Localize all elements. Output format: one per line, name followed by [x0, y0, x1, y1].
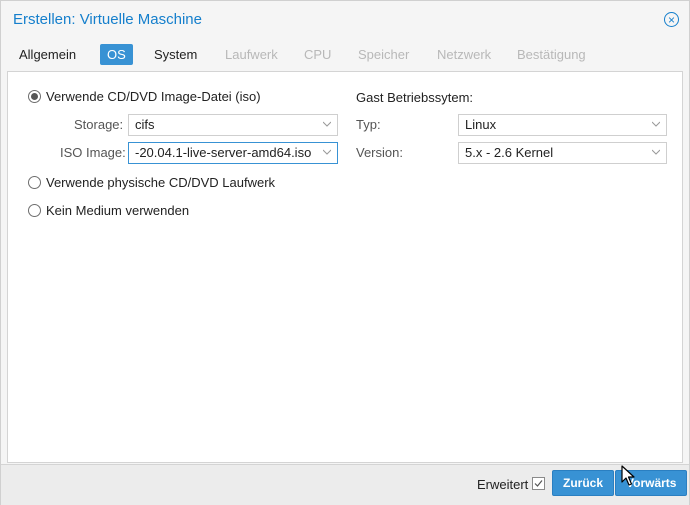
version-select[interactable]: 5.x - 2.6 Kernel	[458, 142, 667, 164]
radio-button[interactable]	[28, 90, 41, 103]
tab-os[interactable]: OS	[100, 44, 133, 65]
tab-bestaetigung[interactable]: Bestätigung	[510, 44, 593, 65]
version-value: 5.x - 2.6 Kernel	[465, 145, 554, 160]
radio-label: Verwende CD/DVD Image-Datei (iso)	[46, 89, 261, 104]
iso-image-label: ISO Image:	[60, 145, 126, 160]
type-label: Typ:	[356, 117, 381, 132]
radio-use-physical-drive[interactable]: Verwende physische CD/DVD Laufwerk	[28, 175, 308, 191]
close-icon[interactable]: ×	[664, 12, 679, 27]
dialog-titlebar: Erstellen: Virtuelle Maschine ×	[1, 1, 689, 39]
back-button[interactable]: Zurück	[552, 470, 615, 496]
type-value: Linux	[465, 117, 497, 132]
chevron-down-icon	[652, 121, 660, 127]
radio-no-media[interactable]: Kein Medium verwenden	[28, 203, 308, 219]
advanced-checkbox[interactable]	[532, 477, 545, 490]
chevron-down-icon	[323, 121, 331, 127]
chevron-down-icon	[652, 149, 660, 155]
tab-system[interactable]: System	[147, 44, 204, 65]
storage-label: Storage:	[74, 117, 124, 132]
radio-button[interactable]	[28, 176, 41, 189]
radio-label: Verwende physische CD/DVD Laufwerk	[46, 175, 276, 190]
dialog-footer: Erweitert Zurück Vorwärts	[1, 464, 689, 505]
tab-cpu[interactable]: CPU	[297, 44, 338, 65]
radio-use-iso[interactable]: Verwende CD/DVD Image-Datei (iso)	[28, 89, 308, 105]
iso-image-value: -20.04.1-live-server-amd64.iso	[135, 145, 312, 160]
create-vm-dialog: Erstellen: Virtuelle Maschine × Allgemei…	[0, 0, 690, 505]
type-select[interactable]: Linux	[458, 114, 667, 136]
version-label: Version:	[356, 145, 403, 160]
advanced-label: Erweitert	[477, 477, 529, 492]
mouse-pointer-icon	[621, 465, 635, 486]
radio-button[interactable]	[28, 204, 41, 217]
wizard-tabbar: Allgemein OS System Laufwerk CPU Speiche…	[1, 39, 689, 70]
checkmark-icon	[534, 480, 543, 487]
iso-image-select[interactable]: -20.04.1-live-server-amd64.iso	[128, 142, 338, 164]
radio-label: Kein Medium verwenden	[46, 203, 190, 218]
guest-os-title: Gast Betriebssytem:	[356, 90, 474, 105]
tab-speicher[interactable]: Speicher	[351, 44, 416, 65]
os-panel: Verwende CD/DVD Image-Datei (iso) Storag…	[7, 71, 683, 463]
storage-value: cifs	[135, 117, 155, 132]
tab-allgemein[interactable]: Allgemein	[12, 44, 83, 65]
dialog-title: Erstellen: Virtuelle Maschine	[13, 11, 202, 28]
tab-laufwerk[interactable]: Laufwerk	[218, 44, 285, 65]
tab-netzwerk[interactable]: Netzwerk	[430, 44, 498, 65]
storage-select[interactable]: cifs	[128, 114, 338, 136]
chevron-down-icon	[323, 149, 331, 155]
